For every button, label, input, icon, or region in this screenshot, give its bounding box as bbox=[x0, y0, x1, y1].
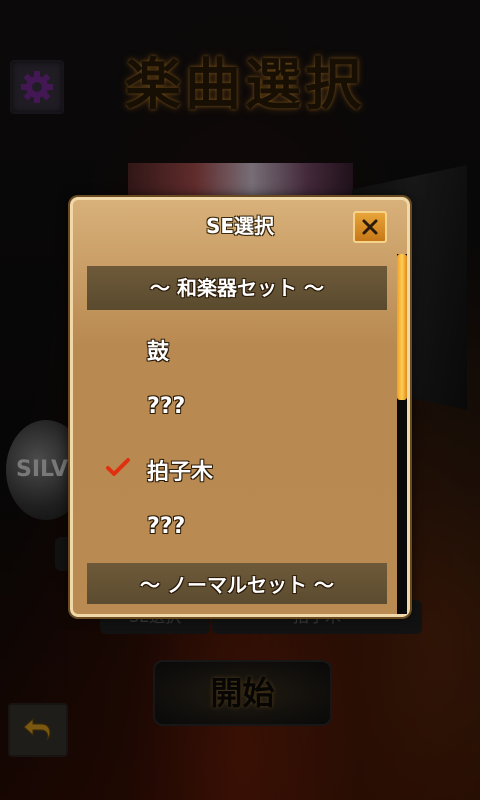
item-label: 鼓 bbox=[147, 340, 170, 365]
list-item-locked-2[interactable]: ??? bbox=[87, 500, 387, 556]
se-select-dialog: SE選択 ～ 和楽器セット ～ 鼓 ??? 拍子木 ??? ～ ノーマルセット … bbox=[70, 197, 410, 617]
scroll-thumb[interactable] bbox=[397, 254, 407, 400]
scrollbar[interactable] bbox=[397, 254, 407, 614]
list-item-hyoshigi[interactable]: 拍子木 bbox=[87, 440, 387, 496]
item-label: 拍子木 bbox=[147, 460, 214, 485]
close-icon bbox=[362, 219, 378, 235]
close-button[interactable] bbox=[353, 211, 387, 243]
section-header-normal: ～ ノーマルセット ～ bbox=[87, 563, 387, 604]
list-item-locked-1[interactable]: ??? bbox=[87, 380, 387, 436]
list-item-tsuzumi[interactable]: 鼓 bbox=[87, 320, 387, 376]
check-icon bbox=[106, 458, 130, 476]
section-header-wagakki: ～ 和楽器セット ～ bbox=[87, 266, 387, 310]
se-list[interactable]: ～ 和楽器セット ～ 鼓 ??? 拍子木 ??? ～ ノーマルセット ～ bbox=[87, 264, 387, 604]
item-label: ??? bbox=[147, 394, 186, 419]
item-label: ??? bbox=[147, 514, 186, 539]
